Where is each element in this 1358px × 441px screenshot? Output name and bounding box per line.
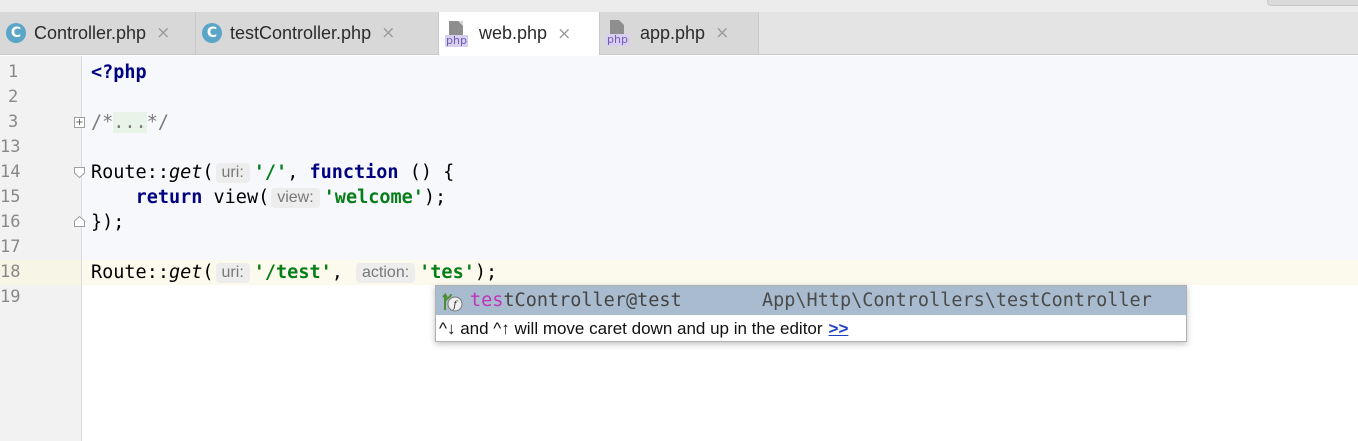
completion-tip: ^↓ and ^↑ will move caret down and up in… <box>439 317 848 341</box>
close-icon[interactable]: × <box>381 23 395 43</box>
code-completion-popup: f testController@test App\Http\Controlle… <box>435 285 1187 342</box>
string-token: 'welcome' <box>323 187 424 208</box>
expand-fold-icon[interactable]: + <box>74 117 85 128</box>
punct-token: ( <box>202 262 214 283</box>
tab-label: web.php <box>479 23 548 43</box>
line-number: 14 <box>0 162 21 182</box>
close-icon[interactable]: × <box>557 24 571 44</box>
code-line-14: Route::get(uri: '/', function () { <box>91 160 454 185</box>
line-number: 16 <box>0 212 21 232</box>
parameter-hint: action: <box>356 263 416 283</box>
line-number: 17 <box>0 237 21 257</box>
tab-label: Controller.php <box>34 22 147 43</box>
class-token: Route:: <box>91 162 169 183</box>
line-number: 18 <box>0 262 21 282</box>
window-top-strip <box>0 0 1358 12</box>
punct-token: , <box>287 162 310 183</box>
line-number: 2 <box>8 87 19 107</box>
php-open-tag: <?php <box>91 62 147 83</box>
tab-controller-php[interactable]: C Controller.php × <box>0 12 196 54</box>
punct-token: ( <box>202 162 214 183</box>
punct-token: ); <box>423 187 447 208</box>
route-action-icon: f <box>442 292 463 312</box>
completion-item[interactable]: f testController@test App\Http\Controlle… <box>436 286 1186 315</box>
code-line-16: }); <box>91 210 124 235</box>
comment-token: /* <box>91 112 114 133</box>
code-line-3: /*...*/ <box>91 110 169 135</box>
php-file-icon: php <box>606 20 632 46</box>
tab-web-php[interactable]: php web.php × <box>439 12 600 55</box>
tab-testcontroller-php[interactable]: C testController.php × <box>196 12 439 54</box>
line-number: 3 <box>8 112 19 132</box>
function-token: view( <box>202 187 270 208</box>
parameter-hint: uri: <box>215 263 250 283</box>
code-line-18: Route::get(uri: '/test', action:'tes'); <box>91 260 497 285</box>
parameter-hint: uri: <box>215 163 250 183</box>
folded-region[interactable]: ... <box>113 112 147 133</box>
class-token: Route:: <box>91 262 169 283</box>
class-icon: C <box>202 23 222 43</box>
tab-label: testController.php <box>230 22 372 43</box>
window-control-corner[interactable] <box>1267 0 1358 6</box>
line-number: 19 <box>0 287 21 307</box>
fold-end-icon[interactable] <box>74 216 85 227</box>
close-icon[interactable]: × <box>715 23 729 43</box>
punct-token: }); <box>91 212 125 233</box>
parameter-hint: view: <box>271 188 320 208</box>
completion-item-namespace: App\Http\Controllers\testController <box>762 290 1152 311</box>
line-number: 15 <box>0 187 21 207</box>
keyword-token: function <box>309 162 399 183</box>
tip-more-link[interactable]: >> <box>829 319 849 338</box>
completion-item-name: testController@test <box>470 290 682 311</box>
punct-token: ); <box>474 262 498 283</box>
punct-token: , <box>331 262 343 283</box>
class-icon: C <box>6 23 26 43</box>
string-token: '/test' <box>253 262 332 283</box>
string-token: '/' <box>253 162 288 183</box>
method-token: get <box>168 262 203 283</box>
line-number: 1 <box>8 62 19 82</box>
code-line-1: <?php <box>91 60 147 85</box>
close-icon[interactable]: × <box>156 23 170 43</box>
tab-label: app.php <box>640 22 706 43</box>
editor-tab-bar: C Controller.php × C testController.php … <box>0 12 1358 55</box>
line-number: 13 <box>0 137 21 157</box>
php-file-icon: php <box>445 20 471 47</box>
code-line-15: return view(view:'welcome'); <box>91 185 446 210</box>
keyword-token: return <box>135 187 203 208</box>
tab-app-php[interactable]: php app.php × <box>600 12 759 54</box>
method-token: get <box>168 162 203 183</box>
string-token: 'tes' <box>419 262 475 283</box>
fold-start-icon[interactable] <box>74 167 85 178</box>
comment-token: */ <box>146 112 169 133</box>
punct-token: () { <box>398 162 455 183</box>
tip-text: ^↓ and ^↑ will move caret down and up in… <box>439 319 823 338</box>
